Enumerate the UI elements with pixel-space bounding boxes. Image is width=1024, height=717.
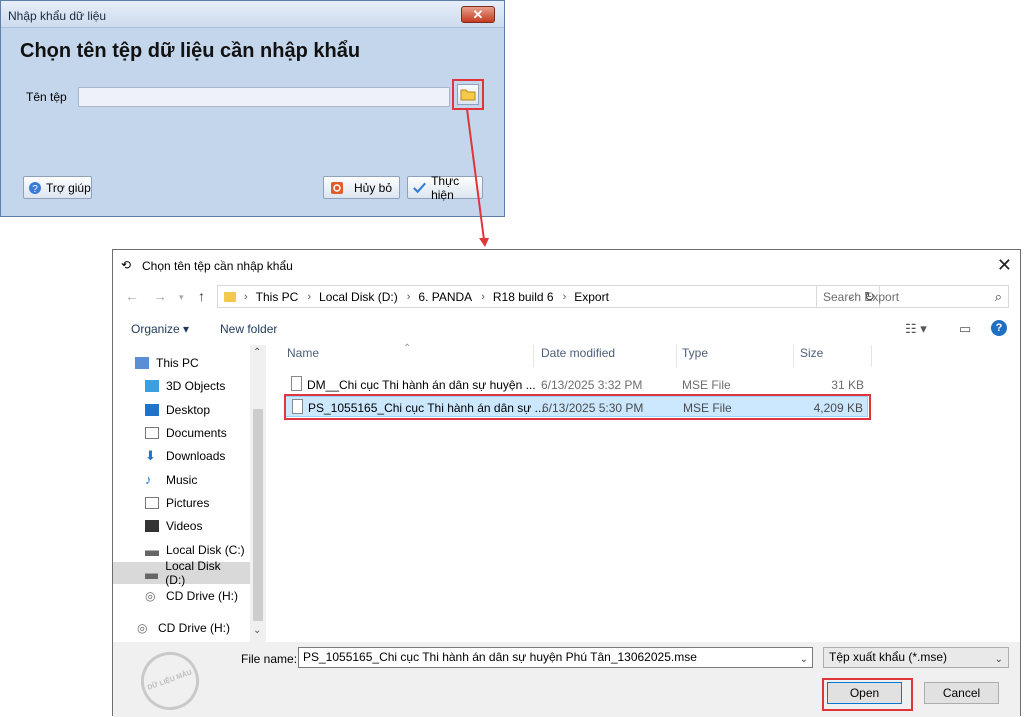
forward-arrow-icon[interactable]: → <box>153 288 167 304</box>
breadcrumb-item[interactable]: R18 build 6 <box>493 290 554 304</box>
navigation-bar: ← → ▾ ↑ › This PC › Local Disk (D:) › 6.… <box>113 283 1020 311</box>
nav-item-label: Videos <box>166 519 203 533</box>
up-arrow-icon[interactable]: ↑ <box>198 288 205 304</box>
toolbar: Organize ▾ New folder ☷ ▾ ▭ ? <box>113 316 1020 342</box>
close-icon[interactable]: ✕ <box>997 255 1012 276</box>
nav-item-label: Desktop <box>166 403 211 417</box>
folder-icon <box>224 291 236 302</box>
breadcrumb-item[interactable]: 6. PANDA <box>418 290 472 304</box>
disk-icon <box>145 567 159 579</box>
file-open-dialog: ⟲ Chọn tên tệp cần nhập khẩu ✕ ← → ▾ ↑ ›… <box>112 249 1021 717</box>
cube-icon <box>145 380 159 392</box>
column-header-name[interactable]: Name <box>287 346 319 370</box>
nav-item-cd-drive[interactable]: ◎ CD Drive (H:) <box>137 617 240 639</box>
nav-item-label: Downloads <box>166 449 226 463</box>
nav-item-downloads[interactable]: ⬇ Downloads <box>145 445 235 467</box>
column-header-type[interactable]: Type <box>682 346 708 370</box>
nav-item-videos[interactable]: Videos <box>145 515 212 537</box>
column-divider[interactable] <box>533 345 534 367</box>
file-type: MSE File <box>682 378 731 392</box>
file-type-select[interactable]: Tệp xuất khẩu (*.mse) ⌄ <box>823 647 1009 668</box>
music-icon: ♪ <box>145 472 152 487</box>
recent-dropdown-icon[interactable]: ▾ <box>179 292 184 303</box>
chevron-down-icon[interactable]: ⌄ <box>800 650 808 669</box>
nav-pane-scrollbar[interactable]: ⌃ ⌄ <box>250 345 266 642</box>
file-type-value: Tệp xuất khẩu (*.mse) <box>829 650 948 664</box>
nav-item-3d-objects[interactable]: 3D Objects <box>145 375 235 397</box>
nav-item-label: Local Disk (D:) <box>165 559 221 587</box>
nav-item-label: Documents <box>166 426 227 440</box>
file-icon <box>291 376 302 391</box>
nav-item-label: 3D Objects <box>166 379 226 393</box>
scrollbar-thumb[interactable] <box>253 409 263 621</box>
chevron-down-icon[interactable]: ⌄ <box>995 650 1003 669</box>
file-dialog-title: Chọn tên tệp cần nhập khẩu <box>142 259 293 273</box>
column-divider[interactable] <box>793 345 794 367</box>
documents-icon <box>145 427 159 439</box>
breadcrumb-item[interactable]: Export <box>574 290 609 304</box>
new-folder-button[interactable]: New folder <box>220 322 277 336</box>
file-name-label: File name: <box>241 652 298 666</box>
breadcrumb-separator: › <box>244 290 248 303</box>
back-arrow-icon[interactable]: ← <box>125 288 139 304</box>
pictures-icon <box>145 497 159 509</box>
column-divider[interactable] <box>871 345 872 367</box>
organize-menu[interactable]: Organize ▾ <box>131 322 189 336</box>
nav-item-label: Music <box>166 473 198 487</box>
search-placeholder: Search Export <box>823 290 900 304</box>
highlight-box-open <box>822 678 913 711</box>
column-divider[interactable] <box>676 345 677 367</box>
download-icon: ⬇ <box>145 448 156 463</box>
nav-item-label: Pictures <box>166 496 210 510</box>
nav-item-documents[interactable]: Documents <box>145 422 237 444</box>
nav-item-cd-drive[interactable]: ◎ CD Drive (H:) <box>145 585 248 607</box>
cd-icon: ◎ <box>137 621 148 635</box>
nav-item-local-disk-c[interactable]: Local Disk (C:) <box>145 539 255 561</box>
desktop-icon <box>145 404 159 416</box>
nav-item-this-pc[interactable]: This PC <box>135 352 209 374</box>
help-icon[interactable]: ? <box>991 320 1007 336</box>
nav-item-label: CD Drive (H:) <box>158 621 230 635</box>
view-options-icon[interactable]: ☷ ▾ <box>905 321 927 337</box>
nav-item-music[interactable]: ♪ Music <box>145 469 207 491</box>
breadcrumb-separator: › <box>562 290 567 303</box>
file-row[interactable]: DM__Chi cục Thi hành án dân sự huyện ...… <box>284 374 868 395</box>
column-header-size[interactable]: Size <box>800 346 823 370</box>
highlight-box-file <box>284 394 871 420</box>
nav-item-label: Local Disk (C:) <box>166 543 245 557</box>
breadcrumb-item[interactable]: This PC <box>256 290 299 304</box>
file-size: 31 KB <box>831 378 864 392</box>
nav-item-local-disk-d[interactable]: Local Disk (D:) <box>113 559 250 587</box>
scroll-up-icon[interactable]: ⌃ <box>253 347 261 358</box>
search-icon: ⌕ <box>994 289 1002 304</box>
file-date: 6/13/2025 3:32 PM <box>541 378 643 392</box>
nav-item-pictures[interactable]: Pictures <box>145 492 219 514</box>
file-name-value: PS_1055165_Chi cục Thi hành án dân sự hu… <box>303 650 697 664</box>
nav-item-desktop[interactable]: Desktop <box>145 399 220 421</box>
cancel-button[interactable]: Cancel <box>924 682 999 704</box>
scroll-down-icon[interactable]: ⌄ <box>253 625 261 636</box>
app-icon: ⟲ <box>121 258 132 272</box>
file-name: DM__Chi cục Thi hành án dân sự huyện ... <box>307 378 536 392</box>
address-bar[interactable]: › This PC › Local Disk (D:) › 6. PANDA ›… <box>217 285 880 308</box>
search-box[interactable]: Search Export ⌕ <box>816 285 1009 308</box>
navigation-pane: This PC 3D Objects Desktop Documents ⬇ D… <box>113 345 269 642</box>
file-name-input[interactable]: PS_1055165_Chi cục Thi hành án dân sự hu… <box>298 647 813 668</box>
preview-pane-icon[interactable]: ▭ <box>959 321 971 337</box>
breadcrumb-separator: › <box>406 290 411 303</box>
disk-icon <box>145 544 159 556</box>
file-dialog-titlebar: ⟲ Chọn tên tệp cần nhập khẩu ✕ <box>113 250 1020 280</box>
nav-item-label: This PC <box>156 356 199 370</box>
cd-icon: ◎ <box>145 589 156 603</box>
video-icon <box>145 520 159 532</box>
pc-icon <box>135 357 149 369</box>
column-header-date[interactable]: Date modified <box>541 346 615 370</box>
nav-item-label: CD Drive (H:) <box>166 589 238 603</box>
breadcrumb-separator: › <box>481 290 485 303</box>
breadcrumb-item[interactable]: Local Disk (D:) <box>319 290 398 304</box>
breadcrumb-separator: › <box>307 290 312 303</box>
sort-ascending-icon: ⌃ <box>403 343 412 354</box>
